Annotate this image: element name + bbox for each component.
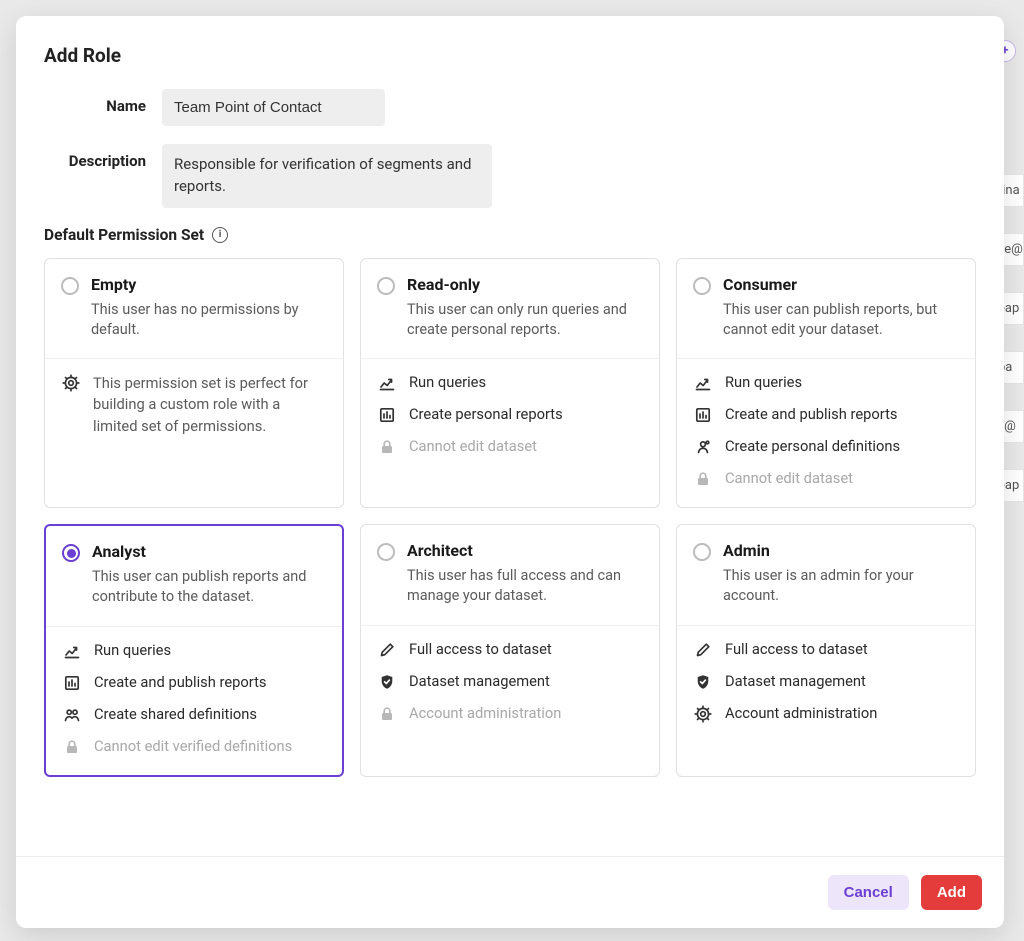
perm-text: Cannot edit dataset <box>725 469 853 487</box>
perm-item: Cannot edit dataset <box>377 437 643 457</box>
name-label: Name <box>44 89 162 115</box>
description-input[interactable]: Responsible for verification of segments… <box>162 144 492 208</box>
card-title: Analyst <box>92 542 326 561</box>
perm-item: Run queries <box>62 641 326 661</box>
chart-up-icon <box>693 373 713 393</box>
perm-item: Cannot edit dataset <box>693 469 959 489</box>
perm-text: Dataset management <box>409 672 550 690</box>
perm-text: Create personal reports <box>409 405 563 423</box>
perm-item: Run queries <box>693 373 959 393</box>
card-title: Read-only <box>407 275 643 294</box>
radio-admin[interactable] <box>693 543 711 561</box>
perm-text: Create and publish reports <box>725 405 897 423</box>
perm-item: Account administration <box>693 704 959 724</box>
report-icon <box>377 405 397 425</box>
card-title: Admin <box>723 541 959 560</box>
card-desc: This user can only run queries and creat… <box>407 300 643 341</box>
permission-card-consumer[interactable]: Consumer This user can publish reports, b… <box>676 258 976 509</box>
card-desc: This user has no permissions by default. <box>91 300 327 341</box>
perm-text: Cannot edit dataset <box>409 437 537 455</box>
definition-shared-icon <box>62 705 82 725</box>
perm-item: Create shared definitions <box>62 705 326 725</box>
perm-item: Account administration <box>377 704 643 724</box>
permission-card-architect[interactable]: Architect This user has full access and c… <box>360 524 660 777</box>
chart-up-icon <box>377 373 397 393</box>
gear-icon <box>61 373 81 393</box>
report-icon <box>62 673 82 693</box>
perm-text: Full access to dataset <box>409 640 552 658</box>
card-note-text: This permission set is perfect for build… <box>93 373 327 437</box>
radio-architect[interactable] <box>377 543 395 561</box>
definition-personal-icon <box>693 437 713 457</box>
card-title: Consumer <box>723 275 959 294</box>
perm-item: Create personal reports <box>377 405 643 425</box>
report-icon <box>693 405 713 425</box>
radio-read-only[interactable] <box>377 277 395 295</box>
permission-card-empty[interactable]: Empty This user has no permissions by def… <box>44 258 344 509</box>
add-role-modal: Add Role Name Description Responsible fo… <box>16 16 1004 928</box>
perm-text: Cannot edit verified definitions <box>94 737 292 755</box>
modal-title: Add Role <box>44 44 976 67</box>
perm-item: Dataset management <box>377 672 643 692</box>
radio-consumer[interactable] <box>693 277 711 295</box>
modal-footer: Cancel Add <box>16 856 1004 928</box>
shield-check-icon <box>377 672 397 692</box>
perm-item: Dataset management <box>693 672 959 692</box>
shield-check-icon <box>693 672 713 692</box>
card-desc: This user can publish reports, but canno… <box>723 300 959 341</box>
perm-text: Run queries <box>725 373 802 391</box>
cancel-button[interactable]: Cancel <box>828 875 909 910</box>
permission-card-admin[interactable]: Admin This user is an admin for your acco… <box>676 524 976 777</box>
description-label: Description <box>44 144 162 170</box>
chart-up-icon <box>62 641 82 661</box>
card-title: Empty <box>91 275 327 294</box>
perm-text: Create personal definitions <box>725 437 900 455</box>
card-desc: This user can publish reports and contri… <box>92 567 326 608</box>
pencil-icon <box>693 640 713 660</box>
radio-empty[interactable] <box>61 277 79 295</box>
perm-text: Account administration <box>409 704 561 722</box>
perm-item: Create personal definitions <box>693 437 959 457</box>
section-label: Default Permission Set <box>44 226 204 244</box>
card-desc: This user is an admin for your account. <box>723 566 959 607</box>
perm-item: Full access to dataset <box>693 640 959 660</box>
pencil-icon <box>377 640 397 660</box>
perm-text: Dataset management <box>725 672 866 690</box>
perm-text: Run queries <box>409 373 486 391</box>
perm-item: Cannot edit verified definitions <box>62 737 326 757</box>
info-icon[interactable]: i <box>212 227 228 243</box>
lock-icon <box>693 469 713 489</box>
perm-item: Run queries <box>377 373 643 393</box>
perm-text: Run queries <box>94 641 171 659</box>
permission-card-analyst[interactable]: Analyst This user can publish reports and… <box>44 524 344 777</box>
perm-item: Full access to dataset <box>377 640 643 660</box>
add-button[interactable]: Add <box>921 875 982 910</box>
name-input[interactable] <box>162 89 385 126</box>
card-title: Architect <box>407 541 643 560</box>
perm-text: Create and publish reports <box>94 673 266 691</box>
lock-icon <box>377 704 397 724</box>
perm-text: Create shared definitions <box>94 705 257 723</box>
lock-icon <box>62 737 82 757</box>
perm-item: Create and publish reports <box>693 405 959 425</box>
gear-icon <box>693 704 713 724</box>
radio-analyst[interactable] <box>62 544 80 562</box>
lock-icon <box>377 437 397 457</box>
permission-card-read-only[interactable]: Read-only This user can only run queries … <box>360 258 660 509</box>
perm-text: Account administration <box>725 704 877 722</box>
card-desc: This user has full access and can manage… <box>407 566 643 607</box>
perm-text: Full access to dataset <box>725 640 868 658</box>
perm-item: Create and publish reports <box>62 673 326 693</box>
permission-set-grid: Empty This user has no permissions by def… <box>44 258 976 777</box>
